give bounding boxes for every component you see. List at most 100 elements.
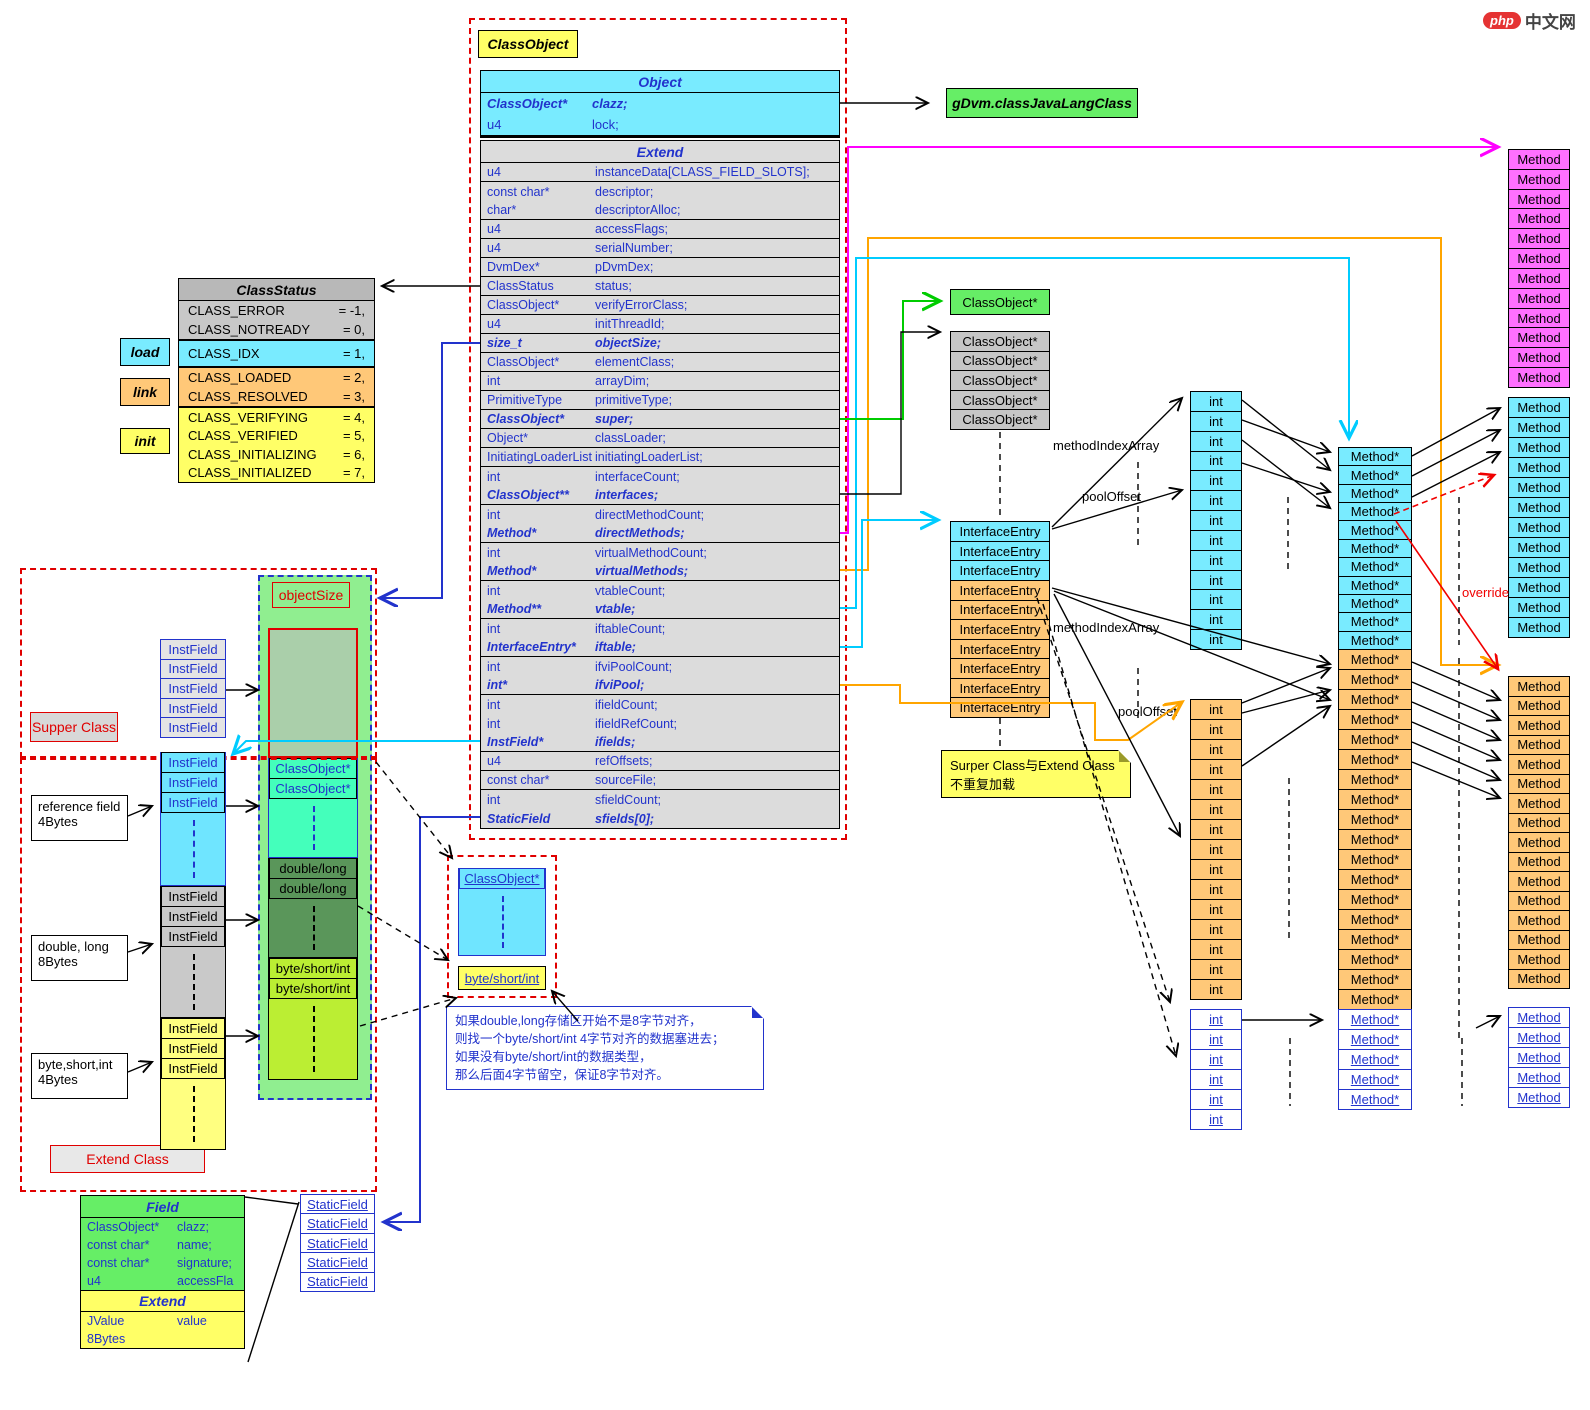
status-row: CLASS_LOADED= 2,: [179, 368, 374, 387]
reference-target-box: ClassObject*: [458, 868, 546, 956]
method-cell: Method: [1508, 1047, 1570, 1068]
struct-row: u4instanceData[CLASS_FIELD_SLOTS];: [481, 163, 839, 182]
struct-row: intinterfaceCount;: [481, 467, 839, 486]
iface-note: Surper Class与Extend Class 不重复加载: [941, 750, 1131, 798]
instfield-col-super: InstFieldInstFieldInstFieldInstFieldInst…: [160, 640, 226, 738]
int-cell: int: [1190, 779, 1242, 800]
int-cell: int: [1190, 959, 1242, 980]
struct-row: JValuevalue: [81, 1312, 244, 1330]
method-ptr-cell: Method*: [1338, 539, 1412, 558]
line-iftable: [840, 520, 938, 647]
method-cell: Method: [1508, 437, 1570, 458]
instfield-cell: InstField: [160, 678, 226, 699]
note-line: 如果double,long存储区开始不是8字节对齐，: [455, 1012, 755, 1030]
struct-row: const char*descriptor;: [481, 182, 839, 201]
ifvipool-super: intintintintintintintintintintintintint: [1190, 392, 1242, 650]
line-field-staticfield-2: [245, 1197, 298, 1204]
struct-row: Method*virtualMethods;: [481, 562, 839, 581]
method-ptr-cell: Method*: [1338, 929, 1412, 950]
method-ptr-cell: Method*: [1338, 649, 1412, 670]
method-cell: Method: [1508, 969, 1570, 990]
instfield-cell: InstField: [160, 659, 226, 680]
struct-row: u4lock;: [481, 114, 839, 135]
methods-more: MethodMethodMethodMethodMethod: [1508, 1008, 1570, 1108]
override-label: override: [1462, 585, 1509, 600]
status-row: CLASS_ERROR= -1,: [179, 301, 374, 320]
status-group-init: CLASS_VERIFYING= 4,CLASS_VERIFIED= 5,CLA…: [179, 408, 374, 482]
method-cell: Method: [1508, 189, 1570, 210]
struct-row: intdirectMethodCount;: [481, 505, 839, 524]
field-header: Field: [81, 1196, 244, 1218]
struct-row: StaticFieldsfields[0];: [481, 809, 839, 828]
method-cell: Method: [1508, 149, 1570, 170]
field-extend-header: Extend: [81, 1290, 244, 1312]
method-cell: Method: [1508, 715, 1570, 736]
staticfield-column: StaticFieldStaticFieldStaticFieldStaticF…: [300, 1195, 375, 1292]
method-ptr-cell: Method*: [1338, 989, 1412, 1010]
interface-entry-cell: InterfaceEntry: [950, 580, 1050, 601]
method-cell: Method: [1508, 477, 1570, 498]
continuation-dashes: [161, 813, 225, 885]
int-cell: int: [1190, 1029, 1242, 1050]
method-cell: Method: [1508, 248, 1570, 269]
method-ptr-cell: Method*: [1338, 909, 1412, 930]
instfield-cell: InstField: [160, 717, 226, 738]
int-cell: int: [1190, 839, 1242, 860]
note-line: 则找一个byte/short/int 4字节对齐的数据塞进去；: [455, 1030, 755, 1048]
int-cell: int: [1190, 451, 1242, 472]
alignment-note: 如果double,long存储区开始不是8字节对齐，则找一个byte/short…: [446, 1006, 764, 1090]
struct-row: Method**vtable;: [481, 600, 839, 619]
staticfield-cell: StaticField: [300, 1272, 375, 1292]
int-cell: int: [1190, 530, 1242, 551]
int-cell: int: [1190, 609, 1242, 630]
instfield-cell: InstField: [161, 886, 225, 907]
staticfield-cell: StaticField: [300, 1194, 375, 1214]
int-cell: int: [1190, 411, 1242, 432]
struct-row: intifieldRefCount;: [481, 714, 839, 733]
phase-load: load: [120, 338, 170, 366]
method-ptr-cell: Method*: [1338, 502, 1412, 521]
site-name: 中文网: [1525, 8, 1576, 33]
interface-entry-cell: InterfaceEntry: [950, 697, 1050, 718]
struct-row: ClassObject*super;: [481, 410, 839, 429]
supper-class-label: Supper Class: [30, 712, 118, 742]
int-cell: int: [1190, 550, 1242, 571]
method-ptr-cell: Method*: [1338, 631, 1412, 650]
gdvm-box: gDvm.classJavaLangClass: [946, 88, 1138, 118]
struct-row: u4serialNumber;: [481, 239, 839, 258]
method-ptr-cell: Method*: [1338, 484, 1412, 503]
struct-row: 8Bytes: [81, 1330, 244, 1348]
staticfield-cell: StaticField: [300, 1252, 375, 1272]
method-cell: Method: [1508, 308, 1570, 329]
method-cell: Method: [1508, 754, 1570, 775]
int-cell: int: [1190, 391, 1242, 412]
struct-row: const char*name;: [81, 1236, 244, 1254]
int-cell: int: [1190, 939, 1242, 960]
classobject-ptr-cell: ClassObject*: [950, 370, 1050, 391]
int-cell: int: [1190, 1069, 1242, 1090]
phase-init: init: [120, 428, 170, 454]
int-cell: int: [1190, 589, 1242, 610]
int-cell: int: [1190, 799, 1242, 820]
instfield-cell: InstField: [161, 1018, 225, 1039]
int-cell: int: [1190, 919, 1242, 940]
struct-row: InstField*ifields;: [481, 733, 839, 752]
method-cell: Method: [1508, 1027, 1570, 1048]
struct-row: DvmDex*pDvmDex;: [481, 258, 839, 277]
struct-row: ClassObject*clazz;: [81, 1218, 244, 1236]
struct-row: ClassObject*clazz;: [481, 93, 839, 114]
method-ptr-cell: Method*: [1338, 889, 1412, 910]
classobject-ptr-cell: ClassObject*: [950, 390, 1050, 411]
note-line: 那么后面4字节留空，保证8字节对齐。: [455, 1066, 755, 1084]
interfaces-array: ClassObject*ClassObject*ClassObject*Clas…: [950, 332, 1050, 430]
method-cell: Method: [1508, 517, 1570, 538]
method-ptr-cell: Method*: [1338, 576, 1412, 595]
ifvipool-extend: intintintintintintintintintintintintinti…: [1190, 700, 1242, 1000]
method-cell: Method: [1508, 537, 1570, 558]
method-ptr-cell: Method*: [1338, 669, 1412, 690]
alignment-note-lines: 如果double,long存储区开始不是8字节对齐，则找一个byte/short…: [455, 1012, 755, 1084]
interface-entry-cell: InterfaceEntry: [950, 541, 1050, 562]
field-rows: ClassObject*clazz;const char*name;const …: [81, 1218, 244, 1290]
method-cell: Method: [1508, 949, 1570, 970]
method-ptr-cell: Method*: [1338, 729, 1412, 750]
